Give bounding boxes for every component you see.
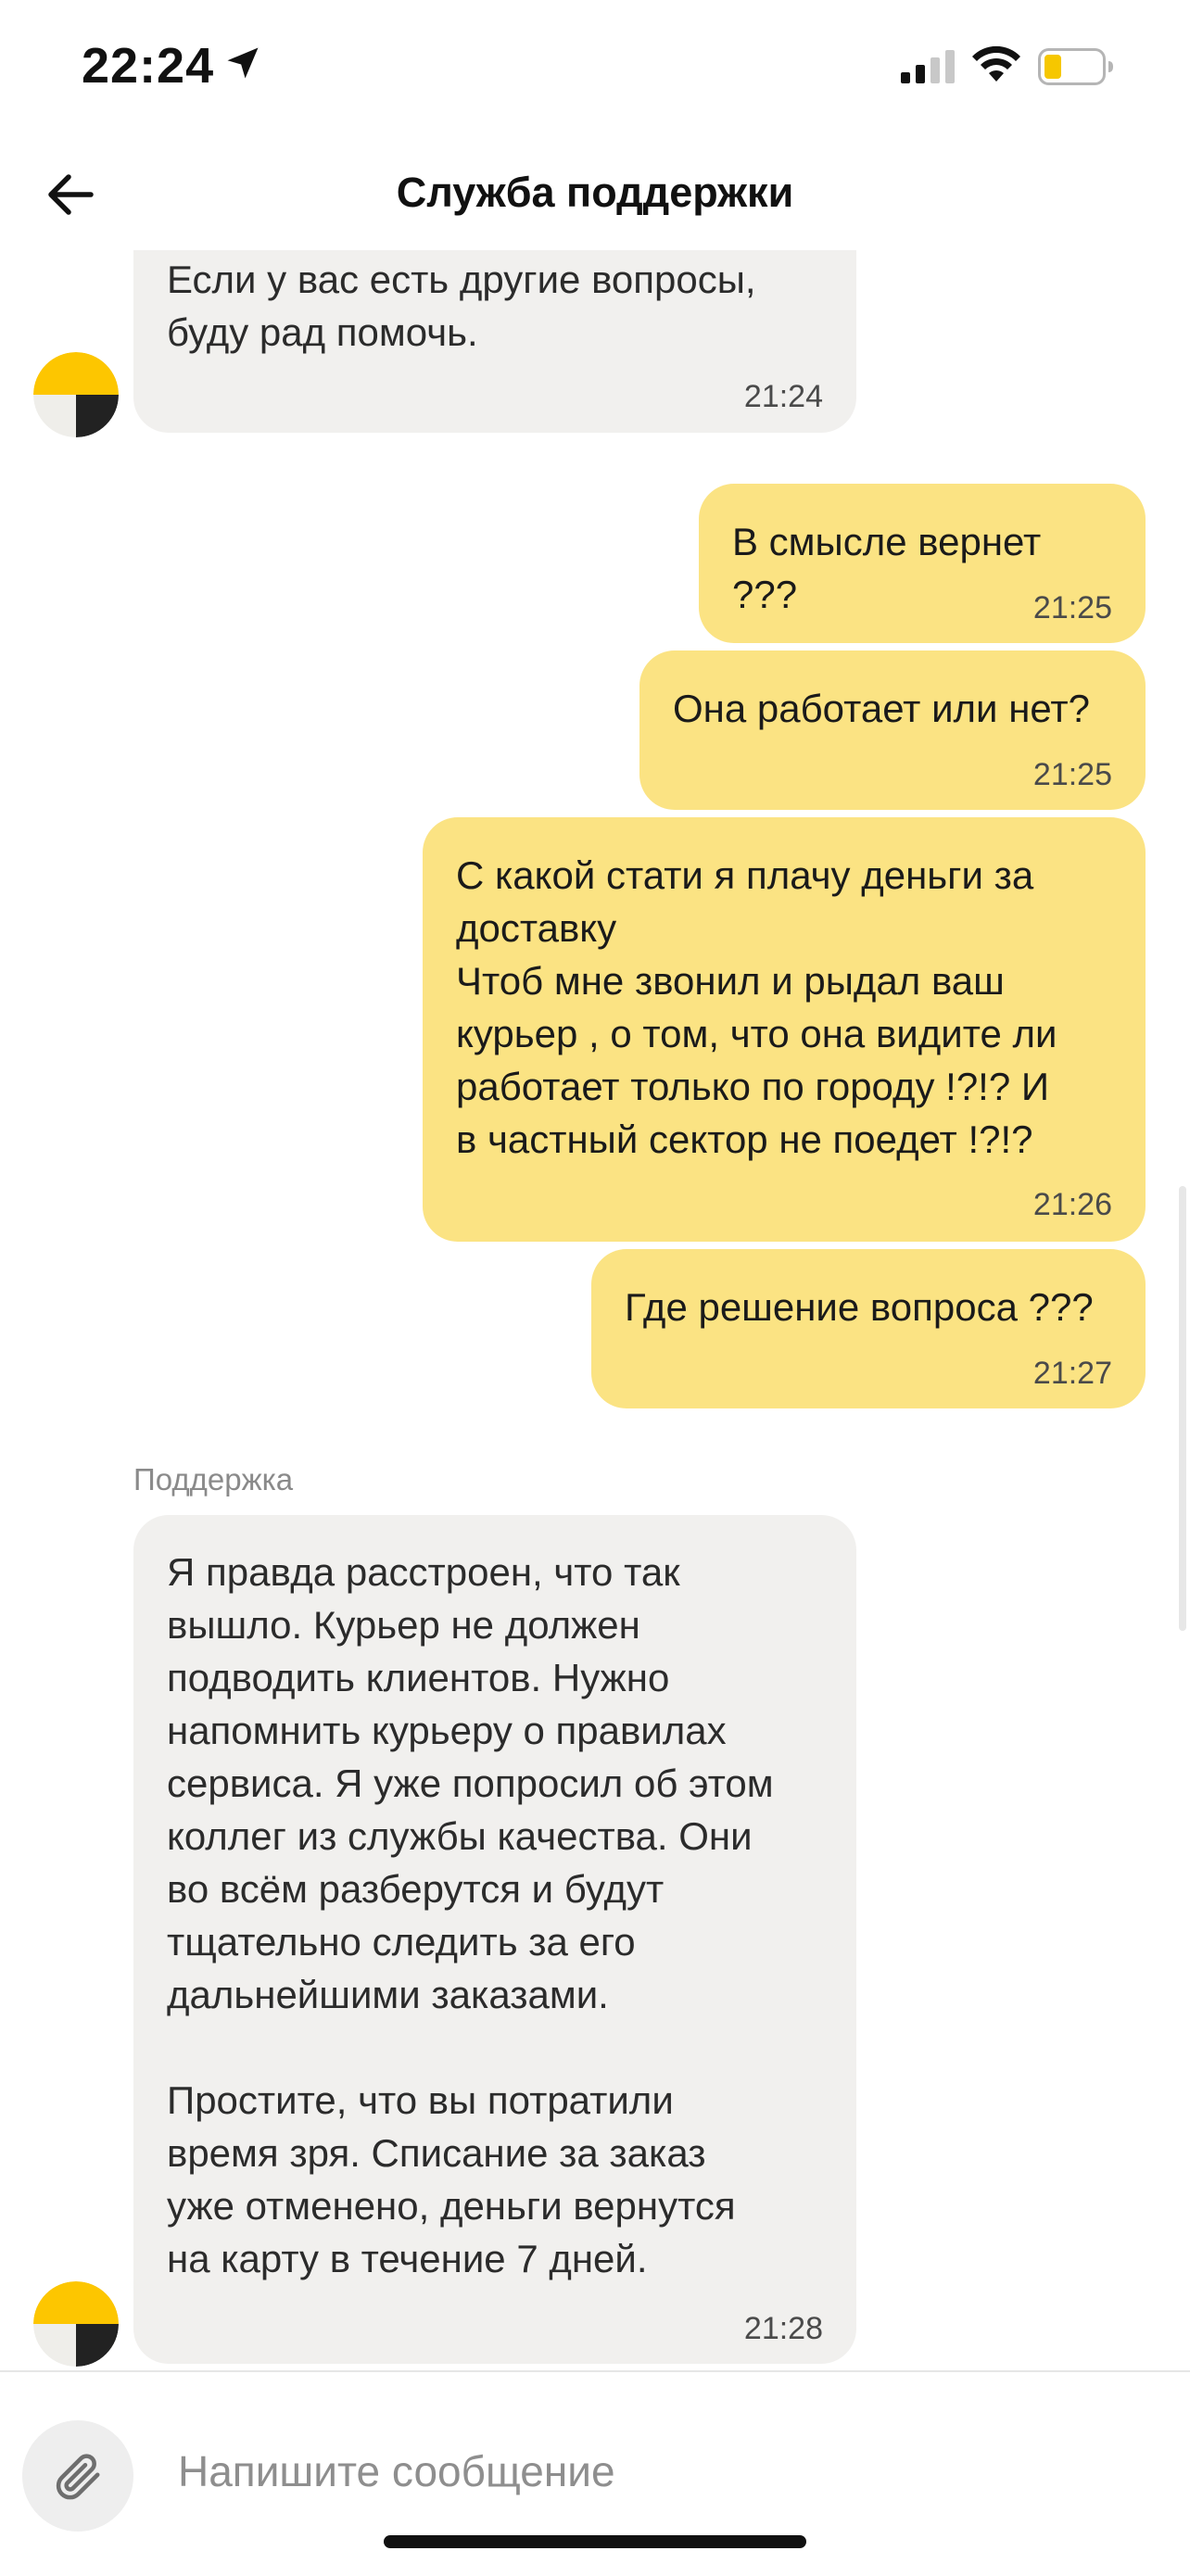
user-message: С какой стати я плачу деньги за доставку… [423, 817, 1146, 1242]
cellular-signal-icon [901, 50, 955, 83]
message-time: 21:28 [743, 2311, 823, 2346]
support-avatar [33, 2281, 119, 2367]
message-input[interactable]: Напишите сообщение [178, 2446, 1142, 2511]
status-time: 22:24 [82, 38, 215, 94]
sender-name: Поддержка [133, 1462, 294, 1496]
user-message: Она работает или нет? 21:25 [639, 650, 1146, 810]
message-text: Если у вас есть другие вопросы, буду рад… [167, 258, 756, 354]
paperclip-icon [56, 2454, 100, 2500]
user-message: В смысле вернет ??? 21:25 [699, 484, 1146, 643]
battery-low-icon [1038, 48, 1113, 85]
wifi-icon [972, 45, 1020, 82]
attach-button[interactable] [22, 2420, 133, 2532]
chat-messages[interactable]: Если у вас есть другие вопросы, буду рад… [0, 250, 1190, 2370]
message-time: 21:24 [743, 379, 823, 414]
support-message: Я правда расстроен, что так вышло. Курье… [133, 1515, 856, 2364]
message-text: Я правда расстроен, что так вышло. Курье… [167, 1550, 774, 2280]
location-arrow-icon [227, 47, 259, 79]
chat-scrollbar[interactable] [1179, 1186, 1186, 1631]
page-title: Служба поддержки [396, 169, 794, 216]
message-text: Она работает или нет? [673, 687, 1090, 730]
message-time: 21:25 [1032, 590, 1112, 625]
support-avatar [33, 352, 119, 437]
message-text: Где решение вопроса ??? [625, 1285, 1094, 1329]
home-indicator [384, 2535, 806, 2548]
message-text: С какой стати я плачу деньги за доставку… [456, 853, 1057, 1161]
status-bar: 22:24 [0, 0, 1190, 130]
message-time: 21:25 [1032, 757, 1112, 792]
support-message: Если у вас есть другие вопросы, буду рад… [133, 250, 856, 433]
message-time: 21:27 [1032, 1356, 1112, 1391]
message-time: 21:26 [1032, 1187, 1112, 1222]
user-message: Где решение вопроса ??? 21:27 [591, 1249, 1146, 1408]
chat-header: Служба поддержки [0, 139, 1190, 250]
